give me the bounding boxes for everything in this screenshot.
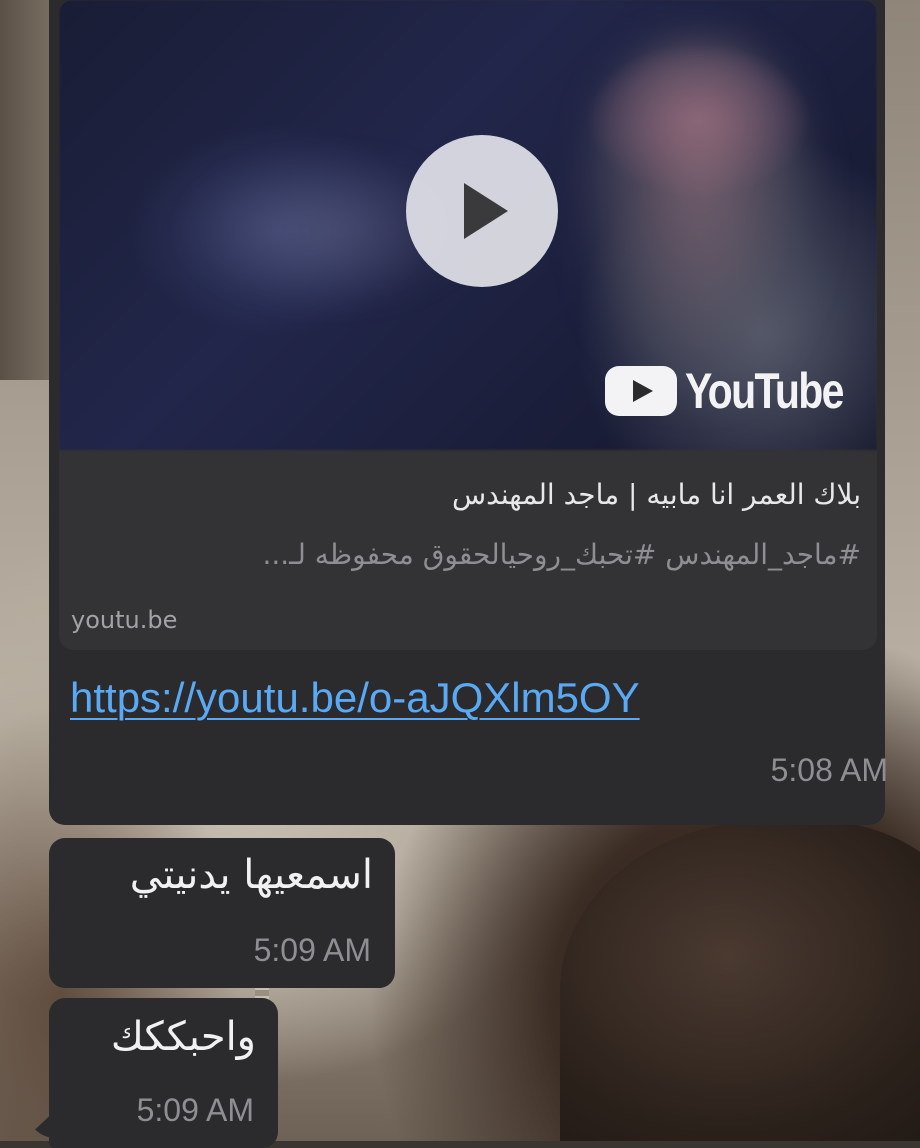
message-bubble[interactable]: اسمعيها يدنيتي 5:09 AM [49, 838, 395, 988]
message-text: واحبككك [110, 1014, 256, 1060]
message-link[interactable]: https://youtu.be/o-aJQXlm5OY [70, 674, 640, 722]
wallpaper-hair [560, 820, 920, 1141]
thumbnail-figure [579, 40, 819, 400]
message-timestamp: 5:08 AM [770, 752, 888, 788]
message-text: اسمعيها يدنيتي [129, 852, 373, 898]
preview-title: بلاك العمر انا مابيه | ماجد المهندس [451, 478, 861, 511]
play-button[interactable] [406, 135, 558, 287]
preview-description: #ماجد_المهندس #تحبك_روحيالحقوق محفوظه لـ… [262, 538, 861, 571]
youtube-wordmark: YouTube [684, 363, 844, 419]
preview-domain: youtu.be [71, 606, 178, 634]
youtube-logo: YouTube [604, 362, 849, 420]
message-bubble[interactable]: واحبككك 5:09 AM [49, 998, 278, 1148]
link-message-bubble[interactable]: YouTube بلاك العمر انا مابيه | ماجد المه… [49, 0, 888, 825]
message-timestamp: 5:09 AM [136, 1092, 254, 1128]
message-timestamp: 5:09 AM [253, 932, 371, 968]
youtube-play-icon [604, 366, 677, 416]
link-preview-card[interactable]: YouTube بلاك العمر انا مابيه | ماجد المه… [59, 0, 877, 650]
